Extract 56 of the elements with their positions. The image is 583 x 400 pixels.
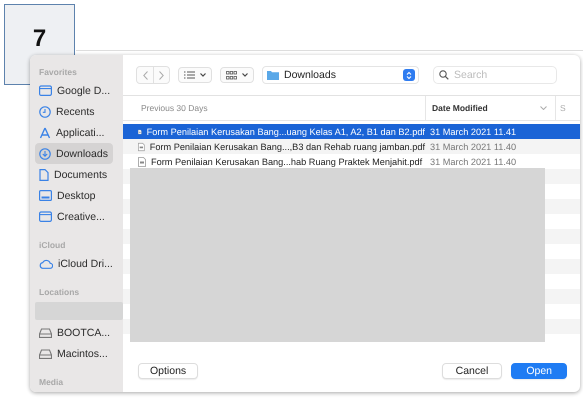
folder-icon	[39, 211, 52, 222]
column-header[interactable]: Date Modified	[425, 96, 555, 120]
search-icon	[439, 70, 449, 80]
cloud-icon	[39, 258, 53, 268]
file-name: Form Penilaian Kerusakan Bang...,B3 dan Rehab ruang jamban.pdf	[150, 142, 425, 152]
file-row[interactable]: Form Penilaian Kerusakan Bang...,B3 dan Rehab ruang jamban.pdf 31 March 2021 11.40	[123, 139, 580, 154]
sidebar-item[interactable]: iCloud Dri...	[35, 253, 113, 274]
file-row[interactable]: Form Penilaian Kerusakan Bang...uang Kelas A1, A2, B1 dan B2.pdf 31 March 2021 11.41	[123, 124, 580, 139]
grid-icon	[226, 70, 237, 80]
chevron-down-icon	[540, 106, 547, 110]
step-number: 7	[32, 25, 46, 53]
download-icon	[39, 148, 51, 160]
drive-icon	[39, 348, 52, 358]
caret-icon	[242, 73, 248, 77]
chevron-right-icon	[159, 70, 164, 80]
sidebar-heading: Locations	[38, 286, 80, 299]
pdf-file-icon	[138, 142, 145, 152]
caret-icon	[200, 73, 206, 77]
date-modified: 31 March 2021 11.40	[429, 142, 516, 152]
open-button[interactable]: Open	[511, 363, 567, 379]
file-name: Form Penilaian Kerusakan Bang...hab Ruang Praktek Menjahit.pdf	[151, 156, 422, 166]
sidebar-item[interactable]: Applicati...	[35, 122, 113, 143]
grid-view-button[interactable]	[220, 67, 254, 83]
file-row[interactable]: Form Penilaian Kerusakan Bang...hab Ruang Praktek Menjahit.pdf 31 March 2021 11.40	[123, 154, 580, 169]
sidebar-item[interactable]: BOOTCA...	[35, 322, 113, 343]
sidebar-item[interactable]: Macintos...	[35, 343, 113, 364]
sidebar-heading: Media	[38, 376, 64, 389]
stepper-icon	[403, 69, 415, 81]
folder-icon	[267, 70, 279, 80]
search-field[interactable]: Search	[433, 66, 557, 84]
sidebar-item[interactable]: Creative...	[35, 206, 113, 227]
cancel-button[interactable]: Cancel	[442, 363, 502, 379]
desktop-icon	[39, 190, 52, 201]
sidebar-item[interactable]: Desktop	[35, 185, 113, 206]
list-view-button[interactable]	[178, 67, 212, 83]
sidebar-item[interactable]: Documents	[35, 164, 113, 185]
pdf-file-icon	[138, 126, 142, 136]
options-button[interactable]: Options	[138, 363, 198, 379]
chevron-left-icon	[142, 70, 148, 80]
column-header: Previous 30 Days	[140, 103, 209, 113]
location-popup[interactable]: Downloads	[262, 66, 419, 84]
file-name: Form Penilaian Kerusakan Bang...uang Kelas A1, A2, B1 dan B2.pdf	[146, 126, 425, 136]
clock-icon	[39, 106, 51, 118]
sidebar-item[interactable]: Recents	[35, 101, 113, 122]
sidebar-item[interactable]: Downloads	[35, 143, 113, 164]
applications-icon	[39, 126, 51, 138]
date-modified: 31 March 2021 11.40	[429, 156, 516, 166]
pdf-file-icon	[138, 156, 146, 166]
date-modified: 31 March 2021 11.41	[429, 126, 516, 136]
list-icon	[184, 71, 195, 79]
sidebar-item[interactable]: Google D...	[35, 80, 113, 101]
sidebar-heading: Favorites	[38, 66, 78, 79]
document-icon	[39, 168, 49, 180]
drive-icon	[39, 328, 52, 338]
folder-icon	[39, 85, 52, 96]
sidebar-heading: iCloud	[38, 239, 66, 252]
